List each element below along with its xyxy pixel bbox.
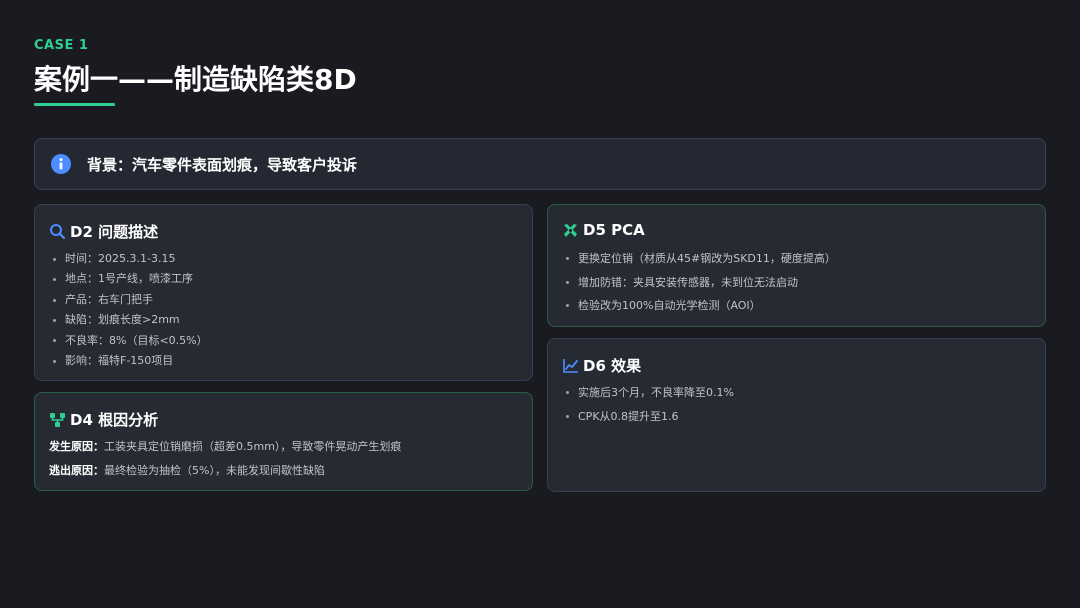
- d6-header: D6 效果: [562, 355, 641, 376]
- title-underline: [34, 103, 115, 106]
- d2-card: D2 问题描述 时间：2025.3.1-3.15 地点：1号产线，喷漆工序 产品…: [34, 204, 533, 381]
- page-title: 案例一——制造缺陷类8D: [34, 63, 357, 96]
- escape-text: 最终检验为抽检（5%），未能发现间歇性缺陷: [104, 464, 325, 477]
- d6-title: D6 效果: [583, 357, 642, 375]
- d4-header: D4 根因分析: [49, 409, 158, 430]
- escape-cause: 逃出原因：最终检验为抽检（5%），未能发现间歇性缺陷: [49, 462, 325, 478]
- list-item: 增加防错：夹具安装传感器，未到位无法启动: [566, 271, 836, 295]
- occurrence-text: 工装夹具定位销磨损（超差0.5mm），导致零件晃动产生划痕: [104, 440, 402, 453]
- d4-card: D4 根因分析 发生原因：工装夹具定位销磨损（超差0.5mm），导致零件晃动产生…: [34, 392, 533, 491]
- tools-icon: [564, 223, 577, 237]
- d5-list: 更换定位销（材质从45#钢改为SKD11，硬度提高） 增加防错：夹具安装传感器，…: [566, 247, 836, 318]
- banner-text: 背景：汽车零件表面划痕，导致客户投诉: [87, 155, 358, 174]
- list-item: 时间：2025.3.1-3.15: [53, 249, 208, 269]
- case-tag: CASE 1: [34, 38, 89, 53]
- list-item: CPK从0.8提升至1.6: [566, 405, 734, 429]
- d5-card: D5 PCA 更换定位销（材质从45#钢改为SKD11，硬度提高） 增加防错：夹…: [547, 204, 1046, 327]
- d2-title: D2 问题描述: [70, 223, 159, 241]
- d6-list: 实施后3个月，不良率降至0.1% CPK从0.8提升至1.6: [566, 381, 734, 428]
- background-banner: 背景：汽车零件表面划痕，导致客户投诉: [34, 138, 1046, 190]
- list-item: 缺陷：划痕长度>2mm: [53, 310, 208, 330]
- list-item: 实施后3个月，不良率降至0.1%: [566, 381, 734, 405]
- list-item: 不良率：8%（目标<0.5%）: [53, 331, 208, 351]
- line-chart-icon: [563, 359, 578, 373]
- d2-header: D2 问题描述: [49, 221, 158, 242]
- d5-header: D5 PCA: [562, 221, 645, 239]
- d2-list: 时间：2025.3.1-3.15 地点：1号产线，喷漆工序 产品：右车门把手 缺…: [53, 249, 208, 371]
- d5-title: D5 PCA: [583, 221, 645, 239]
- list-item: 检验改为100%自动光学检测（AOI）: [566, 294, 836, 318]
- list-item: 更换定位销（材质从45#钢改为SKD11，硬度提高）: [566, 247, 836, 271]
- branch-icon: [50, 413, 65, 427]
- info-icon: [51, 154, 71, 174]
- d6-card: D6 效果 实施后3个月，不良率降至0.1% CPK从0.8提升至1.6: [547, 338, 1046, 492]
- search-icon: [50, 224, 66, 240]
- d4-title: D4 根因分析: [70, 411, 159, 429]
- list-item: 产品：右车门把手: [53, 290, 208, 310]
- list-item: 地点：1号产线，喷漆工序: [53, 269, 208, 289]
- occurrence-cause: 发生原因：工装夹具定位销磨损（超差0.5mm），导致零件晃动产生划痕: [49, 438, 401, 454]
- escape-label: 逃出原因：: [49, 464, 104, 477]
- list-item: 影响：福特F-150项目: [53, 351, 208, 371]
- occurrence-label: 发生原因：: [49, 440, 104, 453]
